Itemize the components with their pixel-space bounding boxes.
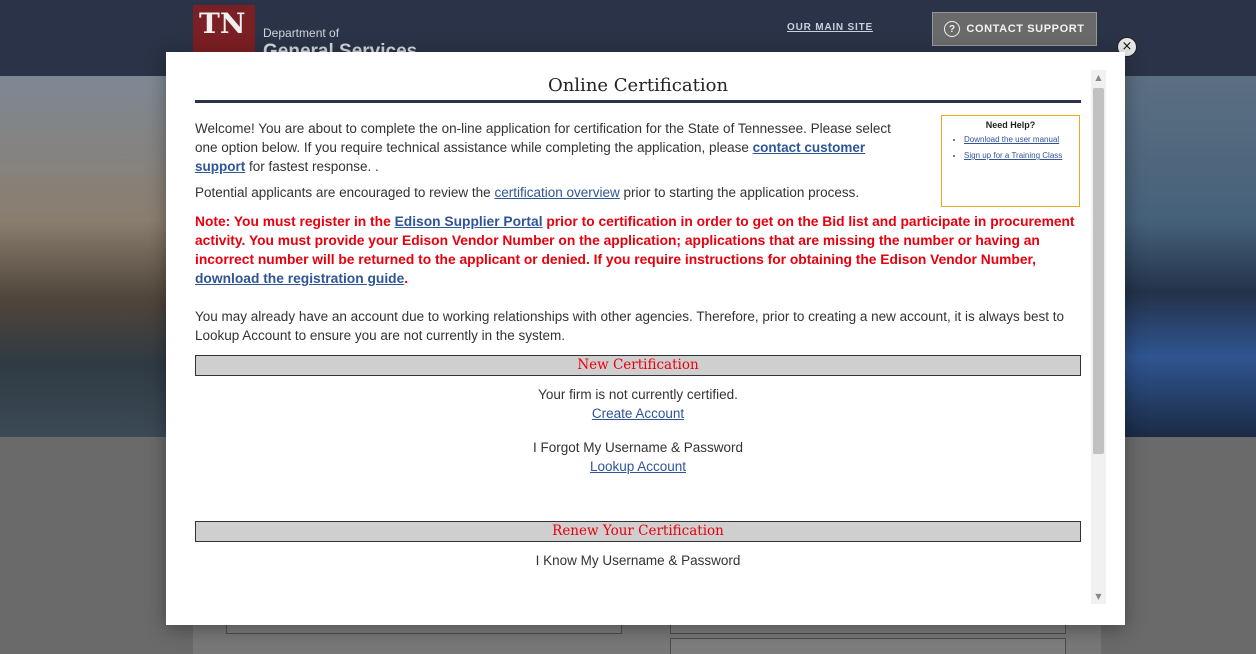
edison-supplier-portal-link[interactable]: Edison Supplier Portal bbox=[395, 214, 543, 229]
main-site-link[interactable]: OUR MAIN SITE bbox=[787, 22, 873, 33]
certification-overview-link[interactable]: certification overview bbox=[494, 185, 619, 200]
modal-content: Online Certification Welcome! You are ab… bbox=[195, 52, 1081, 625]
download-user-manual-link[interactable]: Download the user manual bbox=[964, 135, 1059, 144]
logo-department-line: Department of bbox=[263, 26, 340, 40]
renew-certification-heading: Renew Your Certification bbox=[195, 521, 1081, 542]
new-certification-heading: New Certification bbox=[195, 355, 1081, 376]
need-help-box: Need Help? Download the user manual Sign… bbox=[941, 115, 1080, 207]
welcome-paragraph: Welcome! You are about to complete the o… bbox=[195, 119, 917, 176]
hero-city-right bbox=[1124, 76, 1256, 437]
help-item-user-manual: Download the user manual bbox=[964, 135, 1071, 145]
scroll-up-arrow-icon[interactable]: ▲ bbox=[1091, 70, 1106, 85]
help-links-list: Download the user manual Sign up for a T… bbox=[950, 135, 1071, 161]
help-item-training: Sign up for a Training Class bbox=[964, 151, 1071, 161]
note-text-3: . bbox=[404, 271, 409, 286]
title-divider bbox=[195, 100, 1081, 103]
overview-paragraph: Potential applicants are encouraged to r… bbox=[195, 183, 917, 202]
hero-city-left bbox=[0, 76, 170, 437]
contact-support-button[interactable]: ? CONTACT SUPPORT bbox=[932, 12, 1097, 46]
contact-support-label: CONTACT SUPPORT bbox=[966, 23, 1085, 35]
modal-scrollbar[interactable]: ▲ ▼ bbox=[1091, 70, 1106, 604]
intro-text: Welcome! You are about to complete the o… bbox=[195, 119, 917, 202]
background-input-right-2[interactable] bbox=[670, 638, 1066, 654]
modal-title: Online Certification bbox=[547, 75, 729, 96]
question-circle-icon: ? bbox=[944, 21, 961, 37]
need-help-title: Need Help? bbox=[985, 120, 1036, 130]
note-text-1: Note: You must register in the bbox=[195, 214, 395, 229]
lookup-account-link[interactable]: Lookup Account bbox=[590, 459, 686, 474]
renew-certification-section: I Know My Username & Password bbox=[195, 551, 1081, 570]
certification-modal: Online Certification Welcome! You are ab… bbox=[166, 52, 1125, 625]
welcome-text-2: for fastest response. . bbox=[245, 159, 379, 174]
know-credentials-text: I Know My Username & Password bbox=[535, 553, 741, 568]
scroll-down-arrow-icon[interactable]: ▼ bbox=[1091, 589, 1106, 604]
overview-text-1: Potential applicants are encouraged to r… bbox=[195, 185, 495, 200]
new-certification-section: Your firm is not currently certified. Cr… bbox=[195, 385, 1081, 476]
training-class-link[interactable]: Sign up for a Training Class bbox=[964, 151, 1062, 160]
overview-text-2: prior to starting the application proces… bbox=[619, 185, 860, 200]
existing-account-paragraph: You may already have an account due to w… bbox=[195, 309, 1064, 343]
edison-note: Note: You must register in the Edison Su… bbox=[195, 212, 1081, 288]
scrollbar-thumb[interactable] bbox=[1093, 88, 1104, 454]
registration-guide-link[interactable]: download the registration guide bbox=[195, 271, 404, 286]
create-account-link[interactable]: Create Account bbox=[592, 406, 684, 421]
forgot-credentials-text: I Forgot My Username & Password bbox=[532, 440, 744, 455]
not-certified-text: Your firm is not currently certified. bbox=[538, 387, 738, 402]
tn-logo[interactable]: TN bbox=[193, 5, 255, 55]
